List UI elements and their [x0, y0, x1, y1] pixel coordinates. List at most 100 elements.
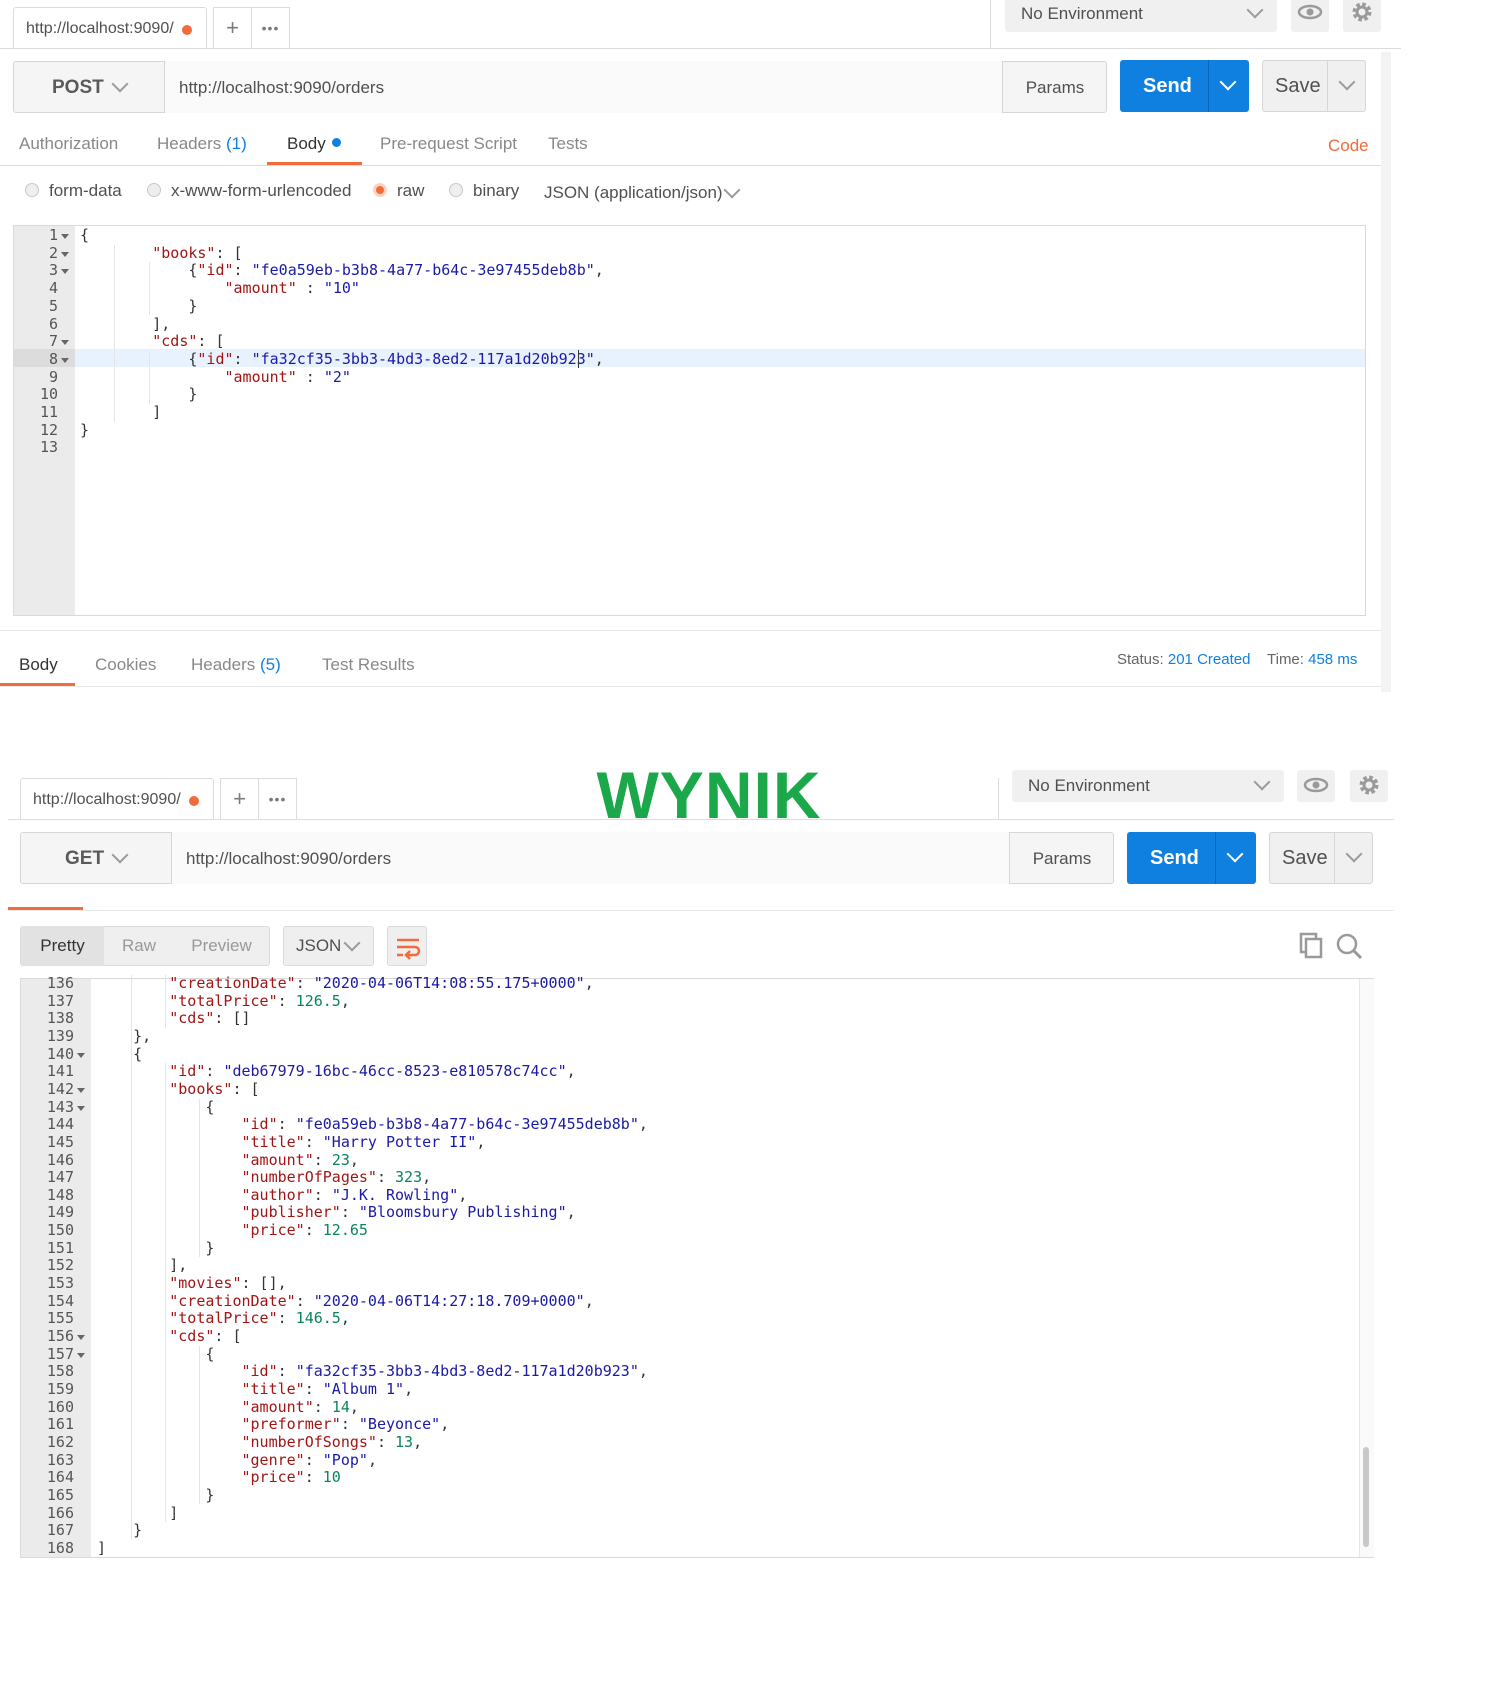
fold-arrow-icon[interactable] [77, 1087, 85, 1093]
line-number: 165 [46, 1485, 74, 1504]
save-button[interactable]: Save [1269, 832, 1373, 884]
line-number: 153 [46, 1274, 74, 1293]
search-button[interactable] [1334, 930, 1366, 962]
fold-arrow-icon[interactable] [77, 1052, 85, 1058]
save-label: Save [1282, 847, 1328, 869]
code-link[interactable]: Code [1328, 136, 1369, 156]
environment-select[interactable]: No Environment [1005, 0, 1277, 32]
fold-arrow-icon[interactable] [61, 234, 69, 239]
fold-arrow-icon[interactable] [61, 357, 69, 363]
view-raw[interactable]: Raw [104, 926, 174, 966]
fold-arrow-icon[interactable] [61, 251, 69, 257]
request-tab[interactable]: http://localhost:9090/ [20, 778, 214, 820]
gear-icon [1359, 775, 1379, 795]
code-line: }, [97, 1026, 152, 1045]
method-select[interactable]: POST [14, 61, 164, 113]
radio-raw[interactable]: raw [373, 181, 433, 201]
line-number: 140 [46, 1044, 74, 1063]
environment-quick-look-button[interactable] [1297, 770, 1335, 802]
fold-arrow-icon[interactable] [77, 1352, 85, 1358]
response-scrollbar[interactable] [1359, 979, 1374, 1557]
response-tab-cookies[interactable]: Cookies [95, 655, 156, 675]
method-label: GET [65, 848, 105, 869]
response-tab-headers-label: Headers [191, 655, 256, 674]
unsaved-dot-icon [189, 796, 199, 806]
page-scrollbar[interactable] [1381, 52, 1391, 692]
environment-settings-button[interactable] [1350, 770, 1388, 802]
tab-authorization[interactable]: Authorization [19, 134, 118, 154]
tab-strip-divider [8, 819, 1394, 820]
line-number: 152 [46, 1256, 74, 1275]
new-tab-button[interactable]: + [220, 778, 259, 820]
radio-label: form-data [49, 181, 122, 200]
chevron-down-icon [111, 75, 129, 93]
tab-tests[interactable]: Tests [548, 134, 588, 154]
tab-headers[interactable]: Headers (1) [157, 134, 247, 154]
fold-arrow-icon[interactable] [77, 1105, 85, 1111]
tab-body[interactable]: Body [287, 134, 341, 154]
chevron-down-icon[interactable] [1219, 73, 1237, 91]
response-tab-body[interactable]: Body [19, 655, 58, 675]
line-number: 11 [39, 403, 58, 421]
environment-settings-button[interactable] [1343, 0, 1381, 32]
save-button[interactable]: Save [1262, 60, 1366, 112]
url-input[interactable]: http://localhost:9090/orders [171, 832, 1010, 884]
chevron-down-icon[interactable] [1226, 845, 1244, 863]
method-select[interactable]: GET [21, 832, 171, 884]
radio-binary[interactable]: binary [449, 181, 529, 201]
view-preview[interactable]: Preview [174, 926, 269, 966]
tab-prerequest-script[interactable]: Pre-request Script [380, 134, 517, 154]
environment-label: No Environment [1021, 4, 1143, 23]
request-tab[interactable]: http://localhost:9090/ [13, 7, 207, 49]
url-input[interactable]: http://localhost:9090/orders [164, 61, 1003, 113]
fold-arrow-icon[interactable] [61, 340, 69, 346]
content-type-select[interactable]: JSON (application/json) [544, 181, 744, 203]
code-line: "cds": [ [169, 1327, 242, 1345]
copy-button[interactable] [1297, 930, 1327, 962]
response-body-viewer[interactable]: 136 137 138 139 140 141 142 143 144 145 146 147 148 1… [20, 974, 1374, 1558]
environment-select[interactable]: No Environment [1012, 770, 1284, 802]
code-line: "creationDate": "2020-04-06T14:08:55.175… [169, 974, 594, 992]
response-tab-headers[interactable]: Headers (5) [191, 655, 281, 675]
tab-options-button[interactable]: ••• [251, 7, 290, 49]
radio-urlencoded[interactable]: x-www-form-urlencoded [147, 181, 357, 201]
tab-body-label: Body [287, 134, 326, 153]
tab-options-button[interactable]: ••• [258, 778, 297, 820]
chevron-down-icon[interactable] [1345, 845, 1363, 863]
subtab-divider [0, 165, 1381, 166]
request-body-editor[interactable]: 1 2 3 4 5 6 7 8 9 10 11 12 13 { "books": [ {"id": "f… [13, 225, 1366, 616]
environment-quick-look-button[interactable] [1291, 0, 1329, 32]
send-button[interactable]: Send [1127, 832, 1256, 884]
scrollbar-thumb[interactable] [1363, 1447, 1369, 1547]
view-pretty[interactable]: Pretty [21, 926, 104, 966]
params-button[interactable]: Params [1010, 832, 1114, 884]
line-number: 144 [46, 1115, 74, 1134]
response-tab-test-results[interactable]: Test Results [322, 655, 415, 675]
code-line: {"id": "fa32cf35-3bb3-4bd3-8ed2-117a1d20… [80, 349, 604, 368]
code-line: "title": "Album 1", [241, 1379, 414, 1398]
gear-icon [1352, 2, 1372, 22]
save-split [1334, 833, 1335, 883]
chevron-down-icon [343, 934, 361, 952]
format-select[interactable]: JSON [283, 926, 374, 966]
chevron-down-icon [1253, 773, 1271, 791]
code-line: "id": "fa32cf35-3bb3-4bd3-8ed2-117a1d20b… [241, 1362, 648, 1381]
search-icon [1336, 933, 1363, 960]
code-line: { [97, 1344, 215, 1363]
line-number: 3 [48, 261, 58, 280]
params-button[interactable]: Params [1003, 61, 1107, 113]
fold-arrow-icon[interactable] [77, 1335, 85, 1340]
radio-form-data[interactable]: form-data [25, 181, 135, 201]
fold-arrow-icon[interactable] [61, 269, 69, 275]
send-button[interactable]: Send [1120, 60, 1249, 112]
send-label: Send [1143, 75, 1192, 97]
line-number: 2 [48, 243, 58, 262]
chevron-down-icon[interactable] [1338, 73, 1356, 91]
request-bar: GET http://localhost:9090/orders Params [20, 832, 1114, 884]
tab-headers-label: Headers [157, 134, 222, 153]
new-tab-button[interactable]: + [213, 7, 252, 49]
wrap-lines-button[interactable] [387, 926, 427, 966]
radio-label: raw [397, 181, 425, 200]
env-divider [990, 0, 991, 48]
line-number: 137 [46, 991, 74, 1010]
